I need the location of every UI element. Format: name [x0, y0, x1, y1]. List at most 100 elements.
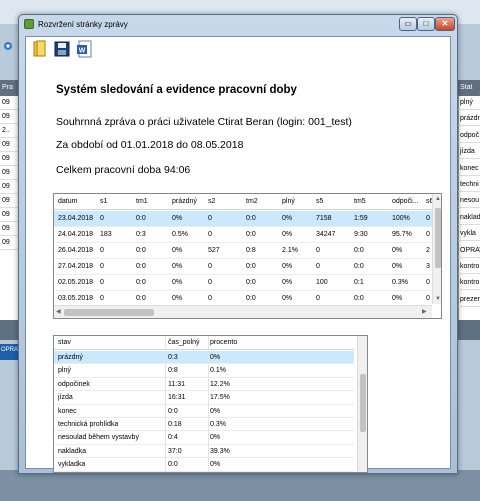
column-header[interactable]: procento [210, 336, 237, 350]
folder-icon[interactable] [32, 40, 48, 58]
table-cell: 100% [392, 215, 410, 222]
table-cell: 0% [172, 263, 183, 270]
scroll-thumb[interactable] [360, 374, 366, 432]
table-cell: 0:8 [168, 367, 178, 375]
app-icon [24, 19, 34, 29]
background-right-cell: prezer [458, 294, 480, 307]
table-cell: 17.5% [210, 394, 230, 402]
table-cell: 0:0 [168, 407, 178, 415]
table-cell: 0% [172, 215, 183, 222]
table-row[interactable]: 02.05.2018 0 0:0 0% 0 0:0 0% 100 0:1 0.3% 0 [54, 275, 432, 291]
report-layout-window: Rozvržení stránky zprávy ▭ □ ✕ W Systém … [18, 14, 458, 474]
table-row[interactable]: odpočinek 11:31 12.2% [54, 378, 354, 392]
table-cell: 0 [100, 263, 104, 270]
table-header: datum s1 tm1 prázdný s2 tm2 plný s5 tm5 odpoči...… [54, 194, 433, 210]
table-row[interactable]: plný 0:8 0.1% [54, 364, 354, 378]
window-title: Rozvržení stránky zprávy [38, 20, 128, 29]
column-header[interactable]: odpoči... [392, 194, 418, 210]
column-header[interactable]: tm2 [246, 194, 258, 210]
column-header[interactable]: datum [58, 194, 77, 210]
column-separator [208, 336, 209, 472]
table-row[interactable]: vykladka 0:0 0% [54, 458, 354, 472]
background-right-cell: naklad [458, 212, 480, 225]
period-line: Za období od 01.01.2018 do 08.05.2018 [56, 139, 244, 151]
table-row[interactable]: nesoulad během vystavby 0:4 0% [54, 431, 354, 445]
table-cell: 0 [100, 247, 104, 254]
table-cell: 0% [172, 247, 183, 254]
column-header[interactable]: s5 [316, 194, 323, 210]
scroll-right-icon[interactable]: ▶ [422, 307, 427, 317]
table-cell: 0% [210, 354, 221, 361]
background-right-cell: odpoč [458, 130, 480, 143]
scroll-left-icon[interactable]: ◀ [56, 307, 61, 317]
scroll-down-icon[interactable]: ▼ [435, 294, 441, 304]
svg-text:W: W [79, 48, 86, 55]
column-header[interactable]: plný [282, 194, 295, 210]
table-cell: plný [58, 367, 71, 375]
table-cell: 0:0 [354, 247, 364, 254]
table-cell: 0:8 [246, 247, 256, 254]
table-cell: 527 [208, 247, 220, 254]
background-right-cell: vykla [458, 228, 480, 242]
table-cell: odpočinek [58, 380, 90, 388]
table-row[interactable]: prázdný 0:3 0% [54, 351, 354, 365]
table-row[interactable]: nakladka 37:0 39.3% [54, 445, 354, 459]
table-cell: 0% [282, 215, 293, 222]
scroll-thumb[interactable] [435, 208, 441, 268]
word-icon[interactable]: W [76, 40, 92, 58]
table-cell: 0:1 [354, 279, 364, 286]
column-header[interactable]: tm5 [354, 194, 366, 210]
table-row[interactable]: 24.04.2018 183 0:3 0.5% 0 0:0 0% 34247 9:30 95.7%… [54, 227, 432, 243]
background-right-cell: plný [458, 97, 480, 110]
save-icon[interactable] [54, 40, 70, 58]
table-cell: 0 [426, 215, 430, 222]
column-header[interactable]: s2 [208, 194, 215, 210]
table-row[interactable]: jízda 16:31 17.5% [54, 391, 354, 405]
table-cell: nakladka [58, 447, 87, 455]
title-bar[interactable]: Rozvržení stránky zprávy ▭ □ ✕ [19, 15, 457, 35]
table-cell: 0:0 [246, 263, 256, 270]
table-cell: 0:0 [168, 461, 178, 469]
table-cell: 0% [392, 263, 403, 270]
table-cell: 02.05.2018 [58, 279, 94, 286]
background-right-header: Stat [458, 80, 480, 96]
table-cell: 34247 [316, 231, 336, 238]
column-header[interactable]: tm1 [136, 194, 148, 210]
table-cell: 0:3 [168, 354, 178, 361]
table-cell: 0:0 [246, 279, 256, 286]
table-header: stav čas_polný procento [54, 336, 354, 350]
column-header[interactable]: čas_polný [168, 336, 200, 350]
table-cell: 0 [208, 231, 212, 238]
table-cell: 0:0 [136, 215, 146, 222]
table-cell: 2 [426, 247, 430, 254]
table-cell: prázdný [58, 354, 83, 361]
column-header[interactable]: stav [58, 336, 71, 350]
table-cell: 0% [282, 231, 293, 238]
table-cell: technická prohlídka [58, 421, 119, 428]
background-right-cell: konec [458, 163, 480, 176]
table-cell: 0% [282, 279, 293, 286]
table-cell: 0% [210, 434, 221, 442]
table-cell: 9:30 [354, 231, 368, 238]
horizontal-scrollbar[interactable]: ◀ ▶ [54, 305, 432, 318]
table-cell: 7158 [316, 215, 332, 222]
scroll-up-icon[interactable]: ▲ [435, 194, 441, 204]
user-summary-line: Souhrnná zpráva o práci uživatele Ctirat… [56, 116, 352, 128]
column-header[interactable]: s1 [100, 194, 107, 210]
table-row[interactable]: konec 0:0 0% [54, 405, 354, 418]
table-row[interactable]: 26.04.2018 0 0:0 0% 527 0:8 2.1% 0 0:0 0% 2 [54, 243, 432, 259]
vertical-scrollbar[interactable] [357, 336, 367, 472]
table-cell: 0 [208, 215, 212, 222]
background-right-cell: jízda [458, 146, 480, 160]
daily-stats-table[interactable]: datum s1 tm1 prázdný s2 tm2 plný s5 tm5 odpoči...… [53, 193, 442, 319]
maximize-button[interactable]: □ [417, 17, 435, 31]
table-row[interactable]: technická prohlídka 0:18 0.3% [54, 418, 354, 432]
status-summary-table[interactable]: stav čas_polný procento prázdný 0:3 0% plný 0:… [53, 335, 368, 473]
table-row[interactable]: 23.04.2018 0 0:0 0% 0 0:0 0% 7158 1:59 100% 0 [54, 211, 432, 227]
column-header[interactable]: prázdný [172, 194, 197, 210]
table-row[interactable]: 27.04.2018 0 0:0 0% 0 0:0 0% 0 0:0 0% 3 [54, 259, 432, 275]
vertical-scrollbar[interactable]: ▲ ▼ [432, 194, 441, 304]
scroll-thumb[interactable] [64, 309, 154, 316]
minimize-button[interactable]: ▭ [399, 17, 417, 31]
close-button[interactable]: ✕ [435, 17, 455, 31]
